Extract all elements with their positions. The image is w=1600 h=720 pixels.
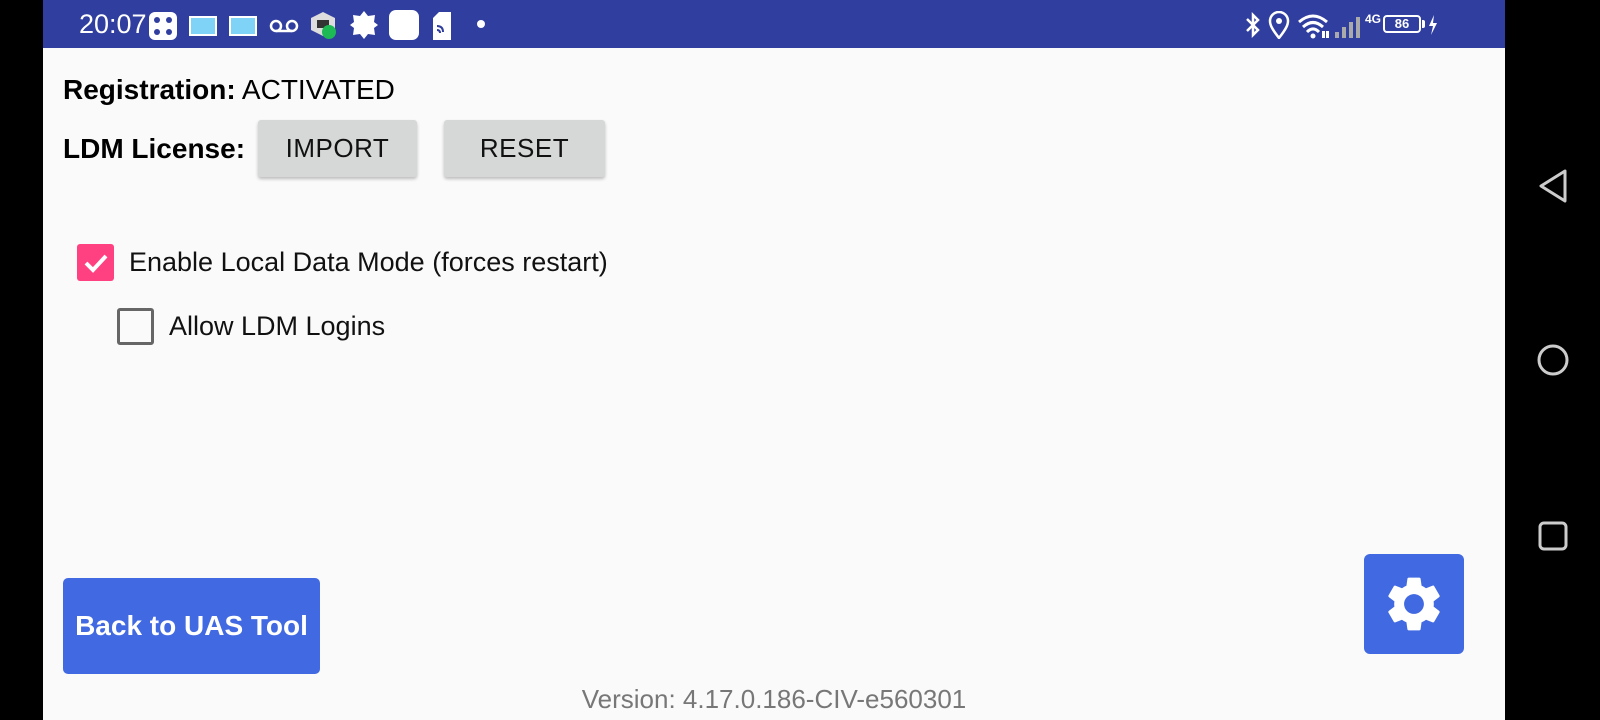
- app-square-icon: [389, 10, 419, 40]
- location-icon: [1268, 11, 1290, 39]
- gear-icon: [1388, 577, 1440, 631]
- battery-level: 86: [1394, 16, 1410, 31]
- settings-gear-icon: [350, 11, 378, 39]
- settings-button[interactable]: [1364, 554, 1464, 654]
- charging-icon: [1429, 15, 1437, 35]
- registration-value: ACTIVATED: [241, 74, 395, 105]
- registration-label: Registration:: [63, 74, 236, 105]
- home-circle-icon[interactable]: [1536, 343, 1570, 377]
- checkmark-icon: [84, 254, 107, 273]
- registration-row: Registration: ACTIVATED: [63, 74, 395, 106]
- dot-icon: [477, 20, 485, 28]
- app-screen: 20:07 4G 86 Registration: ACTIVATED LDM …: [43, 0, 1505, 720]
- enable-ldm-option[interactable]: Enable Local Data Mode (forces restart): [77, 244, 608, 281]
- back-to-uas-tool-button[interactable]: Back to UAS Tool: [63, 578, 320, 674]
- reset-button[interactable]: RESET: [444, 120, 605, 177]
- sim-card-icon: [433, 12, 451, 40]
- signal-icon: [1335, 17, 1360, 38]
- recents-square-icon[interactable]: [1537, 520, 1569, 552]
- status-time: 20:07: [79, 9, 147, 39]
- import-button[interactable]: IMPORT: [258, 120, 417, 177]
- ldm-license-label: LDM License:: [63, 133, 246, 164]
- status-bar: 20:07 4G 86: [43, 0, 1505, 48]
- wifi-icon: [1298, 14, 1329, 39]
- app-icon: [311, 12, 336, 39]
- bluetooth-icon: [1246, 12, 1260, 38]
- message-icon: [189, 16, 217, 36]
- version-text: Version: 4.17.0.186-CIV-e560301: [581, 684, 967, 714]
- allow-ldm-logins-option[interactable]: Allow LDM Logins: [117, 308, 385, 345]
- back-triangle-icon[interactable]: [1537, 168, 1569, 204]
- navigation-bar: [1505, 0, 1600, 720]
- voicemail-icon: [269, 19, 299, 33]
- allow-ldm-logins-label: Allow LDM Logins: [169, 311, 386, 341]
- message-icon: [229, 16, 257, 36]
- notification-grid-icon: [149, 12, 177, 40]
- enable-ldm-label: Enable Local Data Mode (forces restart): [129, 247, 608, 277]
- allow-ldm-logins-checkbox[interactable]: [117, 308, 154, 345]
- enable-ldm-checkbox[interactable]: [77, 244, 114, 281]
- network-type: 4G: [1365, 12, 1382, 26]
- battery-tip: [1422, 20, 1425, 28]
- battery-icon: 86: [1383, 15, 1421, 33]
